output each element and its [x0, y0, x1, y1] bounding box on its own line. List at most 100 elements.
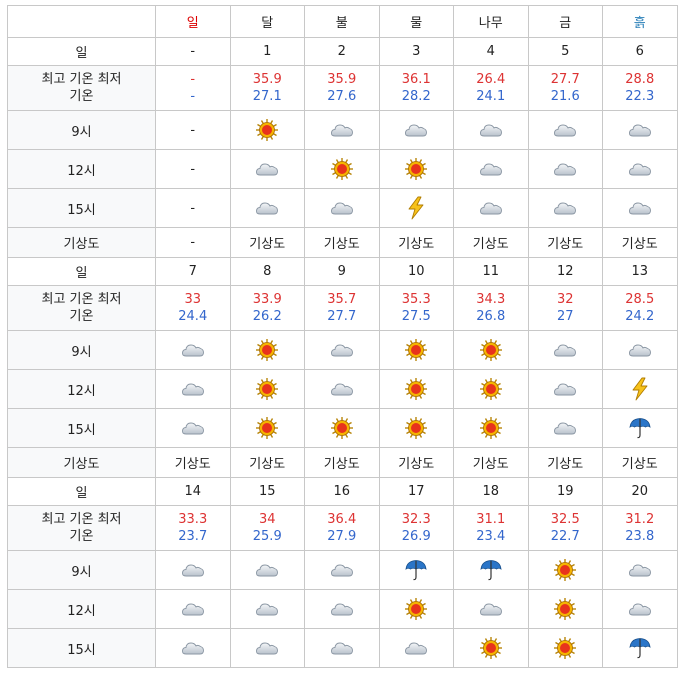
- weather-map-link[interactable]: 기상도: [249, 237, 285, 252]
- date-number: 13: [631, 264, 649, 279]
- cloud-icon: [255, 201, 279, 216]
- sun-icon: [330, 158, 354, 180]
- row-label-text: 기상도: [63, 237, 100, 252]
- cloud-icon: [628, 602, 652, 617]
- weather-cell: [602, 628, 678, 668]
- row-label-temperature: 최고 기온 최저 기온: [7, 505, 156, 551]
- date-cell: 9: [304, 257, 380, 286]
- temperature-cell: 34 25.9: [229, 505, 305, 551]
- weather-row-12h: 12시 -: [7, 149, 678, 189]
- high-temperature: -: [190, 72, 196, 87]
- date-cell: 18: [453, 477, 529, 506]
- weather-cell: [378, 110, 454, 150]
- high-temperature: 31.2: [625, 512, 655, 527]
- umbrella-icon: [628, 638, 652, 659]
- date-cell: 2: [304, 37, 380, 66]
- weather-row-9h: 9시 -: [7, 110, 678, 150]
- weather-map-link[interactable]: 기상도: [473, 457, 509, 472]
- weather-cell: [229, 628, 305, 668]
- high-temperature: 35.9: [252, 72, 282, 87]
- row-label-weather-map: 기상도: [7, 227, 156, 258]
- weather-map-link[interactable]: 기상도: [324, 237, 360, 252]
- cloud-icon: [479, 162, 503, 177]
- date-row: 일 14 15 16 17 18 19 20: [7, 477, 678, 506]
- low-temperature: 22.7: [550, 529, 580, 544]
- weather-cell: [527, 369, 603, 409]
- weather-row-15h: 15시: [7, 628, 678, 668]
- low-temperature: 22.3: [625, 89, 655, 104]
- weather-cell: [527, 330, 603, 370]
- low-temperature: 25.9: [252, 529, 282, 544]
- row-label-text: 일: [75, 486, 88, 501]
- weather-cell: [155, 628, 231, 668]
- date-cell: 3: [378, 37, 454, 66]
- high-temperature: 36.1: [401, 72, 431, 87]
- row-label-text: 기온: [69, 309, 94, 324]
- row-label-text: 기상도: [63, 457, 100, 472]
- weather-cell: [378, 369, 454, 409]
- weather-map-link[interactable]: 기상도: [324, 457, 360, 472]
- temperature-row: 최고 기온 최저 기온 - -35.9 27.1 35.9 27.6 36.1 28.2 26.4…: [7, 65, 678, 111]
- row-label-text: 9시: [71, 344, 92, 360]
- weather-map-link[interactable]: 기상도: [398, 237, 434, 252]
- weather-cell: [527, 550, 603, 590]
- low-temperature: 23.4: [476, 529, 506, 544]
- row-label-text: 12시: [67, 603, 96, 619]
- weather-map-link[interactable]: 기상도: [398, 457, 434, 472]
- weather-map-cell: 기상도: [602, 447, 678, 478]
- date-number: 17: [407, 484, 425, 499]
- sun-icon: [404, 339, 428, 361]
- weekday-header-cell: 금: [527, 5, 603, 38]
- temperature-cell: 33.9 26.2: [229, 285, 305, 331]
- lightning-icon: [404, 196, 428, 220]
- weekday-label: 흙: [633, 16, 646, 31]
- cloud-icon: [553, 421, 577, 436]
- date-cell: 1: [229, 37, 305, 66]
- date-cell: 19: [527, 477, 603, 506]
- date-number: 16: [333, 484, 351, 499]
- umbrella-icon: [628, 418, 652, 439]
- weather-map-link[interactable]: 기상도: [249, 457, 285, 472]
- date-cell: 20: [602, 477, 678, 506]
- cloud-icon: [181, 563, 205, 578]
- weather-map-link[interactable]: 기상도: [622, 237, 658, 252]
- high-temperature: 28.5: [625, 292, 655, 307]
- row-label-15h: 15시: [7, 408, 156, 448]
- date-cell: 7: [155, 257, 231, 286]
- weather-cell: [229, 188, 305, 228]
- cloud-icon: [181, 343, 205, 358]
- weather-map-row: 기상도 기상도 기상도 기상도 기상도 기상도 기상도 기상도: [7, 447, 678, 478]
- weather-map-link[interactable]: 기상도: [547, 237, 583, 252]
- cloud-icon: [628, 343, 652, 358]
- weather-map-link[interactable]: 기상도: [473, 237, 509, 252]
- sun-icon: [404, 158, 428, 180]
- high-temperature: 32.5: [550, 512, 580, 527]
- high-temperature: 35.3: [401, 292, 431, 307]
- weather-cell: [527, 110, 603, 150]
- row-label-weather-map: 기상도: [7, 447, 156, 478]
- row-label-text: 일: [75, 46, 88, 61]
- weather-cell: [229, 330, 305, 370]
- weather-cell: [378, 589, 454, 629]
- weather-map-link[interactable]: 기상도: [622, 457, 658, 472]
- weather-cell: [378, 628, 454, 668]
- date-cell: 17: [378, 477, 454, 506]
- date-cell: 10: [378, 257, 454, 286]
- temperature-cell: 35.3 27.5: [378, 285, 454, 331]
- weather-cell: [304, 408, 380, 448]
- weather-cell: [527, 408, 603, 448]
- weather-map-cell: -: [155, 227, 231, 258]
- weather-cell: -: [155, 188, 231, 228]
- weather-map-link[interactable]: 기상도: [547, 457, 583, 472]
- high-temperature: 26.4: [476, 72, 506, 87]
- cloud-icon: [404, 123, 428, 138]
- cloud-icon: [255, 602, 279, 617]
- low-temperature: 23.7: [178, 529, 208, 544]
- weather-map-link[interactable]: 기상도: [175, 457, 211, 472]
- row-label-text: 9시: [71, 564, 92, 580]
- sun-icon: [255, 378, 279, 400]
- weather-map-row: 기상도 - 기상도 기상도 기상도 기상도 기상도 기상도: [7, 227, 678, 258]
- temperature-cell: 33 24.4: [155, 285, 231, 331]
- low-temperature: 21.6: [550, 89, 580, 104]
- weather-cell: [602, 408, 678, 448]
